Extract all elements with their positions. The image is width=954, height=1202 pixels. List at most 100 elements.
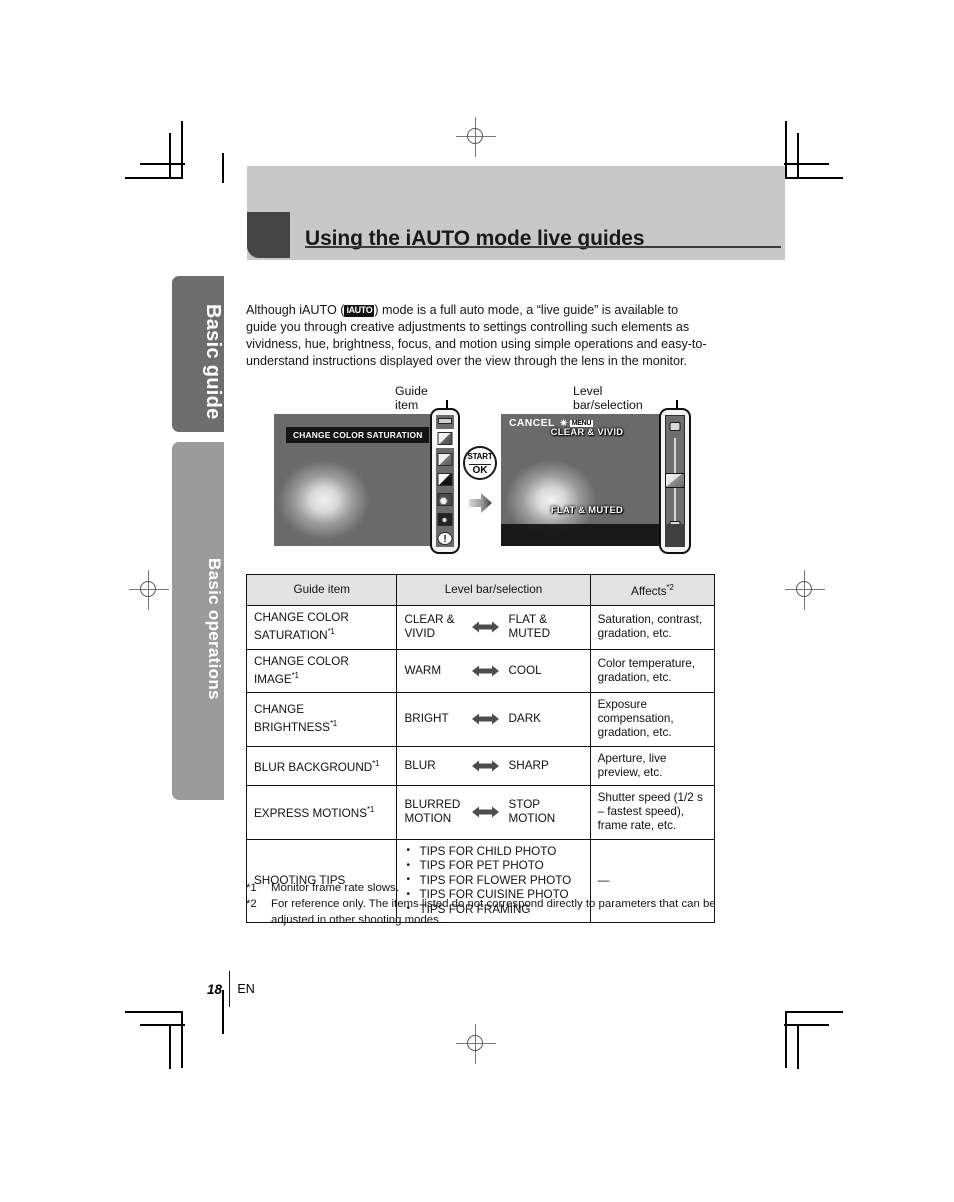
table-header-affects-sup: *2 [666,583,674,592]
intro-text-part1: Although iAUTO ( [246,302,345,317]
footnote-2-key: *2 [246,898,257,911]
double-arrow-icon [472,712,500,726]
crop-mark-top-right-inner-h [784,163,829,165]
cell-guide-item: CHANGE COLOR SATURATION*1 [245,605,398,650]
list-item: TIPS FOR PET PHOTO [404,859,582,874]
osd-level-bottom-label: FLAT & MUTED [550,504,624,515]
cell-level-left: BLUR [404,758,436,772]
table-header-level-bar: Level bar/selection [396,573,591,607]
cell-guide-sup: *1 [327,627,335,637]
footer-language: EN [237,982,255,996]
iauto-badge-icon: iAUTO [344,304,375,317]
table-header-row: Guide item Level bar/selection Affects*2 [245,573,716,607]
callout-label-guide-item: Guide item [395,384,428,412]
header-rule [305,246,781,248]
guide-icon-blur-background[interactable] [437,493,453,506]
cell-level-right: FLAT & MUTED [508,613,551,641]
cell-guide-label: EXPRESS MOTIONS [254,807,368,821]
crop-mark-top-right-outer-v [785,121,787,178]
start-ok-button[interactable]: START OK [463,446,497,480]
footnote-1-key: *1 [246,882,257,894]
intro-paragraph: Although iAUTO (iAUTO) mode is a full au… [246,302,708,371]
crop-mark-bottom-right-outer-h [785,1011,843,1013]
table-row: CHANGE BRIGHTNESS*1 BRIGHT DARK Exposure… [245,692,716,747]
footnote-1: *1 Monitor frame rate slows. [246,881,716,896]
cell-guide-label: CHANGE BRIGHTNESS [254,703,330,735]
double-arrow-icon [472,805,500,819]
crop-mark-top-right-outer-h [785,177,843,179]
cell-level-left: BRIGHT [404,712,449,726]
cell-guide-sup: *1 [329,719,337,729]
cell-level-right: COOL [508,663,542,677]
cell-level-right: STOP MOTION [508,798,556,826]
cell-guide-label: BLUR BACKGROUND [254,760,373,774]
page-number: 18 [207,981,223,997]
table-header-affects: Affects*2 [589,573,716,607]
table-row: CHANGE COLOR IMAGE*1 WARM COOL Color tem… [245,648,716,694]
cell-level-bar: BLUR SHARP [396,745,591,787]
cell-level-left: WARM [404,663,442,677]
crop-mark-bottom-left-inner-v [169,1024,171,1069]
footer-divider [229,971,231,1007]
osd-cancel-label: CANCEL [509,418,555,429]
table-header-guide-item: Guide item [245,573,398,607]
double-arrow-icon [472,759,500,773]
exclamation-icon: ! [443,534,447,545]
cell-affects: Aperture, live preview, etc. [589,745,716,787]
table-header-affects-label: Affects [631,585,667,598]
cell-level-right: SHARP [508,758,549,772]
registration-mark-bottom [456,1024,496,1064]
cell-level-bar: CLEAR & VIVID FLAT & MUTED [396,605,591,650]
guide-icon-express-motions[interactable] [437,513,453,526]
sidebar-tab-spacer [172,432,224,442]
transition-arrow-icon [469,493,492,513]
header-accent-block [247,212,290,258]
crop-mark-bottom-left-outer-h [125,1011,183,1013]
trim-tick-top-center-left [222,153,224,183]
crop-mark-top-right-inner-v [797,133,799,178]
menu-button-badge-icon: MENU [569,419,594,427]
crop-mark-top-left-inner-v [169,133,171,178]
list-item: TIPS FOR CHILD PHOTO [404,844,582,860]
sidebar-tab-basic-operations[interactable]: Basic operations [172,442,224,800]
cell-affects: Saturation, contrast, gradation, etc. [589,605,716,650]
cell-guide-sup: *1 [372,758,380,768]
double-arrow-icon [472,664,500,678]
double-arrow-icon [472,620,500,634]
osd-cancel-arrow-icon: ✷ [559,418,568,428]
cell-guide-label: CHANGE COLOR IMAGE [254,654,349,686]
cell-guide-item: BLUR BACKGROUND*1 [245,745,398,787]
battery-icon [438,418,452,424]
cell-level-bar: BLURRED MOTION STOP MOTION [396,785,591,840]
sidebar: Basic guide Basic operations [172,276,224,800]
cell-affects: Exposure compensation, gradation, etc. [589,692,716,747]
crop-mark-bottom-left-inner-h [140,1024,185,1026]
crop-mark-bottom-right-inner-h [784,1024,829,1026]
sidebar-tab-basic-guide[interactable]: Basic guide [172,276,224,432]
live-guide-table: Guide item Level bar/selection Affects*2… [245,573,716,924]
level-bar-slider[interactable] [659,408,691,554]
table-head: Guide item Level bar/selection Affects*2 [245,573,716,607]
page-footer: 18 EN [207,971,255,1007]
start-ok-line2: OK [472,465,488,476]
camera-screen-guide-item: CHANGE COLOR SATURATION [274,414,446,546]
guide-item-rail[interactable]: ! [430,408,460,554]
footnote-2: *2 For reference only. The items listed … [246,897,716,928]
table-row: EXPRESS MOTIONS*1 BLURRED MOTION STOP MO… [245,785,716,840]
sidebar-tab-basic-guide-label: Basic guide [202,304,224,420]
guide-icon-shooting-tips[interactable]: ! [437,532,453,545]
crop-mark-bottom-right-inner-v [797,1024,799,1069]
guide-icon-color-saturation[interactable] [437,432,453,445]
osd-cancel-row[interactable]: CANCEL ✷ MENU [509,418,594,429]
cell-level-bar: BRIGHT DARK [396,692,591,747]
osd-cancel-bar [501,524,673,546]
registration-mark-left [129,570,169,610]
osd-guide-title: CHANGE COLOR SATURATION [286,427,430,443]
camera-screen-level-bar: CLEAR & VIVID FLAT & MUTED CANCEL ✷ MENU [501,414,673,546]
footnote-1-text: Monitor frame rate slows. [271,882,399,894]
cell-affects: Color temperature, gradation, etc. [589,648,716,694]
guide-icon-color-image[interactable] [437,453,453,466]
guide-icon-brightness[interactable] [437,473,453,486]
level-bar-knob[interactable] [665,473,685,488]
cell-guide-item: EXPRESS MOTIONS*1 [245,785,398,840]
